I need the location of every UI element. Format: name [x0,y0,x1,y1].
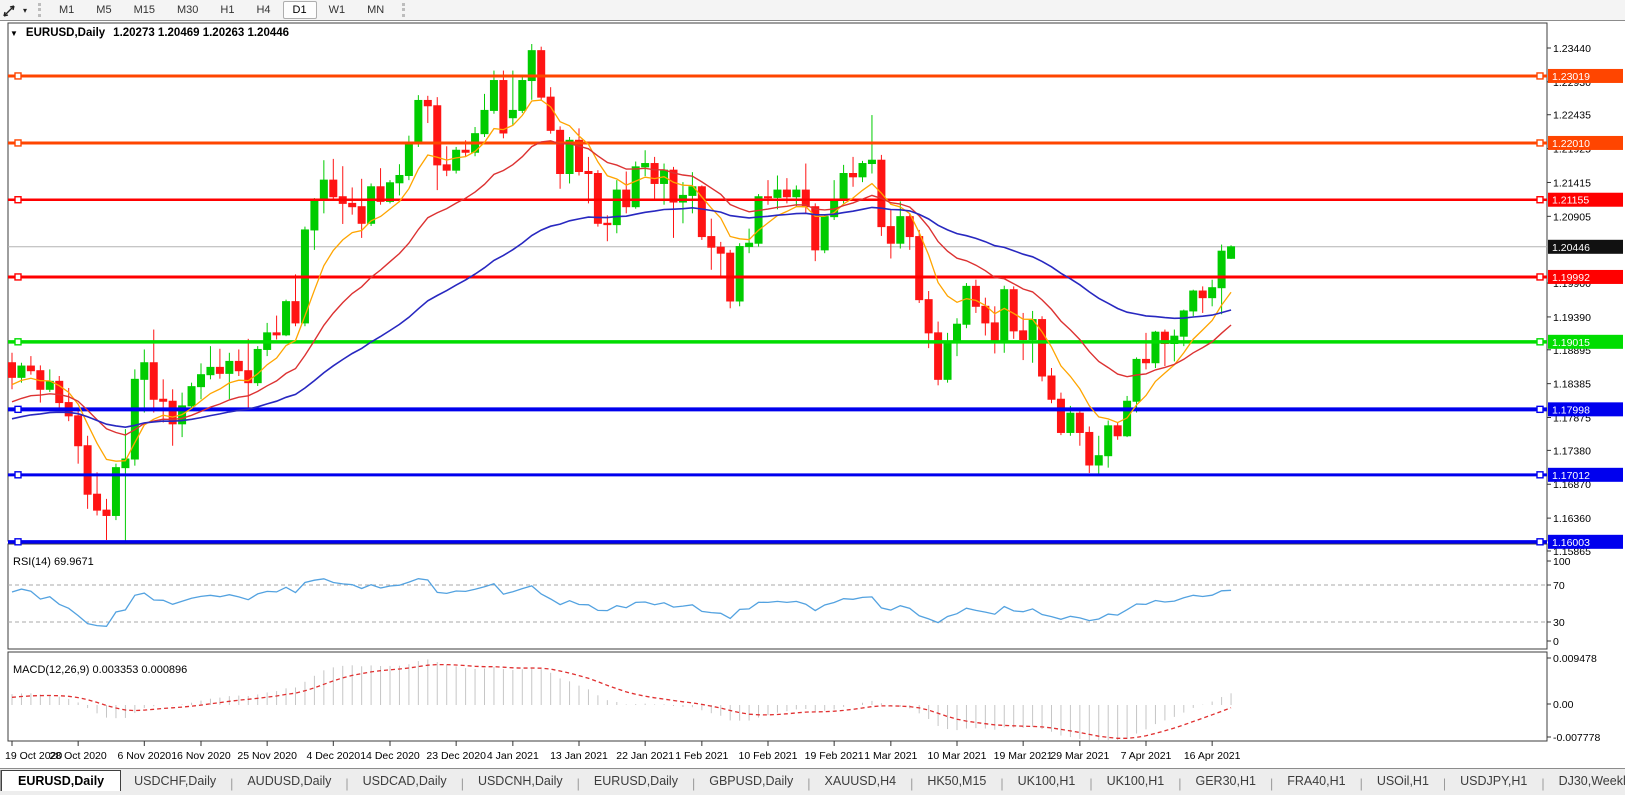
crosshair-pointer-icon[interactable] [1,2,19,18]
timeframe-button-h4[interactable]: H4 [246,1,280,19]
chart-tab-ger30-h1[interactable]: GER30,H1 [1183,771,1269,791]
price-badge: 1.17998 [1552,404,1590,416]
date-axis-label: 6 Nov 2020 [117,750,171,762]
price-badge: 1.23019 [1552,71,1590,83]
date-axis-label: 19 Feb 2021 [805,750,864,762]
chart-tab-fra40-h1[interactable]: FRA40,H1 [1274,771,1358,791]
timeframe-button-m1[interactable]: M1 [49,1,84,19]
price-axis-label: 1.17380 [1553,445,1591,457]
chart-tab-audusd-daily[interactable]: AUDUSD,Daily [234,771,344,791]
chart-window: ▼ EURUSD,Daily 1.20273 1.20469 1.20263 1… [0,20,1625,769]
date-axis-label: 22 Jan 2021 [616,750,674,762]
chart-tab-usdjpy-h1[interactable]: USDJPY,H1 [1447,771,1540,791]
timeframe-button-d1[interactable]: D1 [282,1,317,19]
chart-tab-xauusd-h4[interactable]: XAUUSD,H4 [812,771,910,791]
rsi-axis-label: 100 [1553,556,1571,568]
timeframe-button-h1[interactable]: H1 [210,1,244,19]
price-axis-label: 1.20905 [1553,211,1591,223]
date-axis-label: 13 Jan 2021 [550,750,608,762]
symbol-dropdown-icon[interactable]: ▼ [10,29,18,38]
date-axis-label: 29 Mar 2021 [1050,750,1109,762]
price-badge: 1.19992 [1552,272,1590,284]
price-badge: 1.20446 [1552,242,1590,254]
date-axis-label: 4 Jan 2021 [487,750,539,762]
date-axis-label: 16 Apr 2021 [1184,750,1241,762]
chart-tab-usdchf-daily[interactable]: USDCHF,Daily [121,771,229,791]
chart-tab-eurusd-daily[interactable]: EURUSD,Daily [1,770,122,791]
macd-label: MACD(12,26,9) 0.003353 0.000896 [13,664,187,676]
timeframe-button-m15[interactable]: M15 [124,1,165,19]
price-badge: 1.17012 [1552,470,1590,482]
chart-tab-dj30-weekly[interactable]: DJ30,Weekly [1546,771,1625,791]
rsi-axis-label: 30 [1553,617,1565,629]
chart-tab-bar: EURUSD,Daily USDCHF,Daily | AUDUSD,Daily | US… [0,768,1625,791]
date-axis-label: 10 Feb 2021 [739,750,798,762]
rsi-axis-label: 0 [1553,636,1559,648]
date-axis-label: 10 Mar 2021 [928,750,987,762]
price-axis-label: 1.18385 [1553,379,1591,391]
timeframe-button-m5[interactable]: M5 [86,1,121,19]
chart-tab-gbpusd-daily[interactable]: GBPUSD,Daily [696,771,806,791]
chart-canvas[interactable]: 1.234401.229301.224351.219251.214151.209… [0,21,1625,769]
price-badge: 1.21155 [1552,195,1589,207]
macd-axis-label: -0.007778 [1553,732,1600,744]
date-axis-label: 16 Nov 2020 [171,750,231,762]
rsi-axis-label: 70 [1553,580,1565,592]
chart-tab-usoil-h1[interactable]: USOil,H1 [1364,771,1442,791]
date-axis-label: 4 Dec 2020 [306,750,360,762]
toolbar-drag-handle-2[interactable] [402,3,406,17]
chart-tab-uk100-h1[interactable]: UK100,H1 [1005,771,1089,791]
macd-axis-label: 0.00 [1553,699,1574,711]
chart-tab-hk50-m15[interactable]: HK50,M15 [914,771,999,791]
timeframe-button-w1[interactable]: W1 [319,1,356,19]
date-axis-label: 25 Nov 2020 [237,750,297,762]
ohlc-values: 1.20273 1.20469 1.20263 1.20446 [113,27,290,39]
toolbar-drag-handle[interactable] [38,3,42,17]
price-badge: 1.19015 [1552,337,1590,349]
chart-tab-uk100-h1[interactable]: UK100,H1 [1094,771,1178,791]
chart-tab-usdcnh-daily[interactable]: USDCNH,Daily [465,771,576,791]
price-badge: 1.22010 [1552,138,1590,150]
date-axis-label: 28 Oct 2020 [50,750,107,762]
rsi-label: RSI(14) 69.9671 [13,556,94,568]
symbol-timeframe-label: EURUSD,Daily [25,27,106,39]
date-axis-label: 1 Mar 2021 [864,750,917,762]
date-axis-label: 14 Dec 2020 [360,750,420,762]
price-axis-label: 1.21415 [1553,177,1591,189]
chevron-down-icon[interactable]: ▾ [19,6,31,15]
price-axis-label: 1.16360 [1553,513,1591,525]
price-badge: 1.16003 [1552,537,1590,549]
chart-tab-usdcad-daily[interactable]: USDCAD,Daily [350,771,460,791]
price-panel[interactable] [7,22,1548,542]
price-axis-label: 1.19390 [1553,312,1591,324]
chart-tab-eurusd-daily[interactable]: EURUSD,Daily [581,771,691,791]
mt4-terminal: ▾ M1 M5 M15 M30 H1 H4 D1 W1 MN ▼ EURUSD,Daily 1.… [0,0,1625,795]
macd-axis-label: 0.009478 [1553,653,1597,665]
date-axis-label: 7 Apr 2021 [1121,750,1172,762]
price-axis-label: 1.23440 [1553,43,1591,55]
date-axis-label: 23 Dec 2020 [426,750,486,762]
price-axis-label: 1.22435 [1553,110,1591,122]
timeframe-button-mn[interactable]: MN [357,1,394,19]
timeframe-toolbar: ▾ M1 M5 M15 M30 H1 H4 D1 W1 MN [0,0,1625,21]
date-axis-label: 1 Feb 2021 [675,750,728,762]
timeframe-button-m30[interactable]: M30 [167,1,208,19]
date-axis-label: 19 Mar 2021 [994,750,1053,762]
chart-title: ▼ EURUSD,Daily 1.20273 1.20469 1.20263 1… [10,27,289,39]
